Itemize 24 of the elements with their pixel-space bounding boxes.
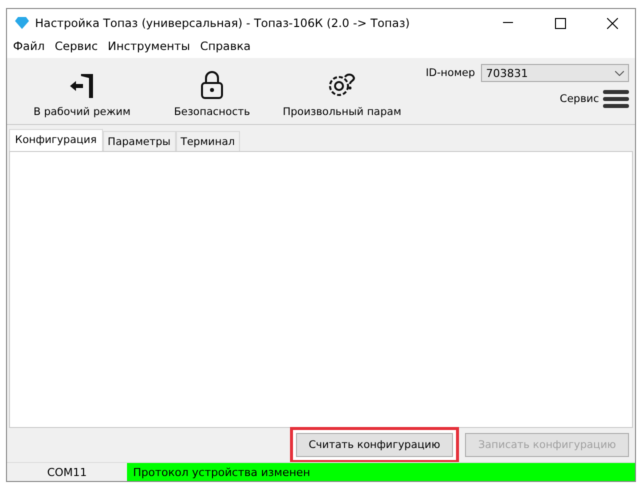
exit-door-icon xyxy=(69,72,95,100)
menu-item[interactable]: Сервис xyxy=(54,39,98,53)
window-title: Настройка Топаз (универсальная) - Топаз-106К (2.0 -> Топаз) xyxy=(35,16,411,30)
lock-icon xyxy=(200,70,224,100)
minimize-icon[interactable] xyxy=(503,22,513,24)
menu-item[interactable]: Файл xyxy=(13,39,45,53)
chevron-down-icon[interactable] xyxy=(615,70,624,76)
menu-icon[interactable] xyxy=(603,90,629,108)
id-label: ID-номер xyxy=(426,67,475,79)
port-label: COM11 xyxy=(46,466,88,478)
close-icon[interactable] xyxy=(606,18,618,28)
tab[interactable]: Параметры xyxy=(102,131,176,151)
toolbar-button[interactable]: Произвольный парам xyxy=(267,58,417,124)
maximize-icon[interactable] xyxy=(554,18,566,28)
menu-item[interactable]: Справка xyxy=(200,39,251,53)
toolbar-button[interactable]: В рабочий режим xyxy=(7,58,157,124)
menu-item[interactable]: Инструменты xyxy=(108,39,190,53)
toolbar-button[interactable]: Безопасность xyxy=(157,58,267,124)
tab[interactable]: Терминал xyxy=(176,131,240,151)
service-label: Сервис xyxy=(560,93,599,105)
status-message: Протокол устройства изменен xyxy=(127,463,635,481)
id-select[interactable]: 703831 xyxy=(481,64,629,82)
tab[interactable]: Конфигурация xyxy=(9,129,103,151)
diamond-icon xyxy=(15,17,29,29)
